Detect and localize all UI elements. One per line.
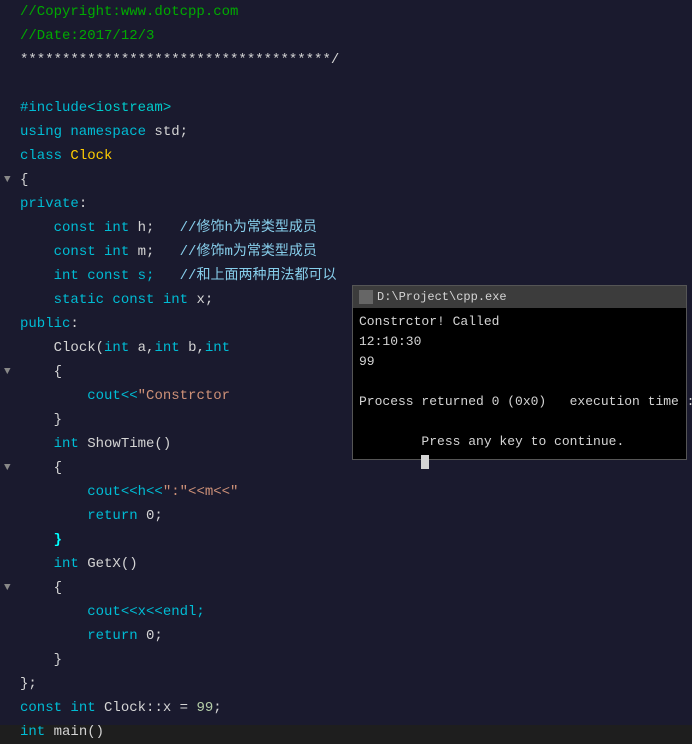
terminal-line-4 — [359, 372, 680, 392]
code-line-7: class Clock — [16, 144, 692, 168]
code-line-11: const int m; //修饰m为常类型成员 — [16, 240, 692, 264]
editor-area: //Copyright:www.dotcpp.com //Date:2017/1… — [0, 0, 692, 725]
code-line-23: } — [16, 528, 692, 552]
terminal-line-5: Process returned 0 (0x0) execution time … — [359, 392, 680, 412]
code-line-1: //Copyright:www.dotcpp.com — [16, 0, 692, 24]
terminal-titlebar: D:\Project\cpp.exe — [353, 286, 686, 308]
line-text: //Copyright:www.dotcpp.com — [20, 0, 238, 24]
code-line-6: using namespace std; — [16, 120, 692, 144]
terminal-app-icon — [359, 290, 373, 304]
bracket-open-2: ▼ — [4, 360, 11, 384]
bracket-open-3: ▼ — [4, 456, 11, 480]
code-line-29: }; — [16, 672, 692, 696]
code-line-28: } — [16, 648, 692, 672]
code-line-4 — [16, 72, 692, 96]
terminal-line-2: 12:10:30 — [359, 332, 680, 352]
terminal-title: D:\Project\cpp.exe — [377, 290, 507, 304]
terminal-cursor — [421, 455, 429, 469]
code-line-31: int main() — [16, 720, 692, 744]
code-line-22: return 0; — [16, 504, 692, 528]
code-line-26: cout<<x<<endl; — [16, 600, 692, 624]
line-text: *************************************/ — [20, 48, 339, 72]
code-line-25: ▼ { — [16, 576, 692, 600]
bracket-open-4: ▼ — [4, 576, 11, 600]
code-line-30: const int Clock::x = 99; — [16, 696, 692, 720]
bracket-open: ▼ — [4, 168, 11, 192]
line-text: //Date:2017/12/3 — [20, 24, 154, 48]
code-line-8: ▼ { — [16, 168, 692, 192]
code-line-27: return 0; — [16, 624, 692, 648]
terminal-body: Constrctor! Called 12:10:30 99 Process r… — [353, 308, 686, 496]
code-line-10: const int h; //修饰h为常类型成员 — [16, 216, 692, 240]
code-line-3: *************************************/ — [16, 48, 692, 72]
code-line-5: #include<iostream> — [16, 96, 692, 120]
terminal-line-6: Press any key to continue. — [359, 412, 680, 492]
code-line-9: private: — [16, 192, 692, 216]
terminal-line-1: Constrctor! Called — [359, 312, 680, 332]
code-line-2: //Date:2017/12/3 — [16, 24, 692, 48]
terminal-line-3: 99 — [359, 352, 680, 372]
terminal-window[interactable]: D:\Project\cpp.exe Constrctor! Called 12… — [352, 285, 687, 460]
code-line-24: int GetX() — [16, 552, 692, 576]
